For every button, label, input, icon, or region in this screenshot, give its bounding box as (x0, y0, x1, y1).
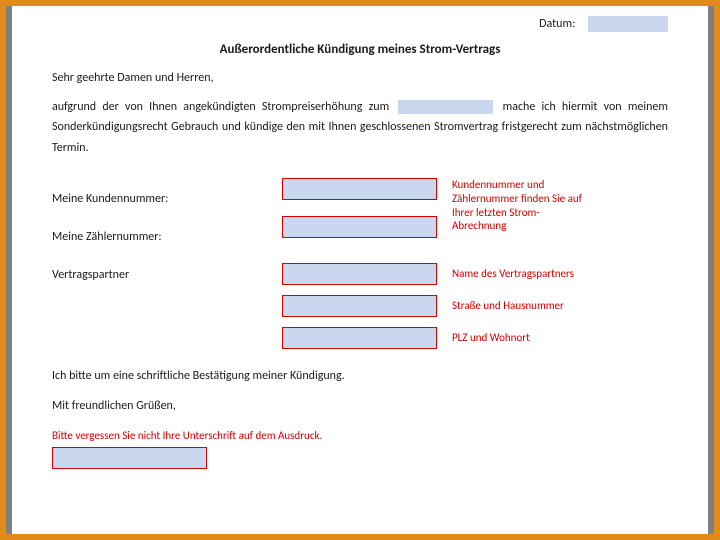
hint-partner-strasse: Straße und Hausnummer (452, 299, 564, 313)
hint-kunden-zaehler: Kundennummer und Zählernummer finden Sie… (452, 178, 592, 233)
document-page: Datum: Außerordentliche Kündigung meines… (12, 6, 708, 534)
date-field[interactable] (588, 16, 668, 32)
price-increase-date-field[interactable] (398, 100, 493, 114)
field-partner-plz[interactable] (282, 327, 437, 349)
document-title: Außerordentliche Kündigung meines Strom-… (52, 42, 668, 57)
salutation: Sehr geehrte Damen und Herren, (52, 71, 668, 85)
outer-frame: Datum: Außerordentliche Kündigung meines… (0, 0, 720, 540)
body-paragraph: aufgrund der von Ihnen angekündigten Str… (52, 97, 668, 158)
hint-partner-name: Name des Vertragspartners (452, 267, 574, 281)
hint-signature: Bitte vergessen Sie nicht Ihre Unterschr… (52, 429, 668, 443)
body-text-pre: aufgrund der von Ihnen angekündigten Str… (52, 100, 395, 114)
confirmation-text: Ich bitte um eine schriftliche Bestätigu… (52, 369, 668, 383)
field-signature[interactable] (52, 447, 207, 469)
label-kundennummer: Meine Kundennummer: (52, 192, 168, 206)
label-zaehlernummer: Meine Zählernummer: (52, 230, 162, 244)
gray-margin: Datum: Außerordentliche Kündigung meines… (6, 6, 714, 534)
hint-partner-plz: PLZ und Wohnort (452, 331, 530, 345)
form-area: Meine Kundennummer: Meine Zählernummer: … (52, 178, 668, 363)
date-row: Datum: (52, 16, 668, 32)
date-label: Datum: (539, 17, 575, 31)
field-kundennummer[interactable] (282, 178, 437, 200)
field-zaehlernummer[interactable] (282, 216, 437, 238)
closing-text: Mit freundlichen Grüßen, (52, 399, 668, 413)
field-partner-name[interactable] (282, 263, 437, 285)
field-partner-strasse[interactable] (282, 295, 437, 317)
label-vertragspartner: Vertragspartner (52, 268, 129, 282)
